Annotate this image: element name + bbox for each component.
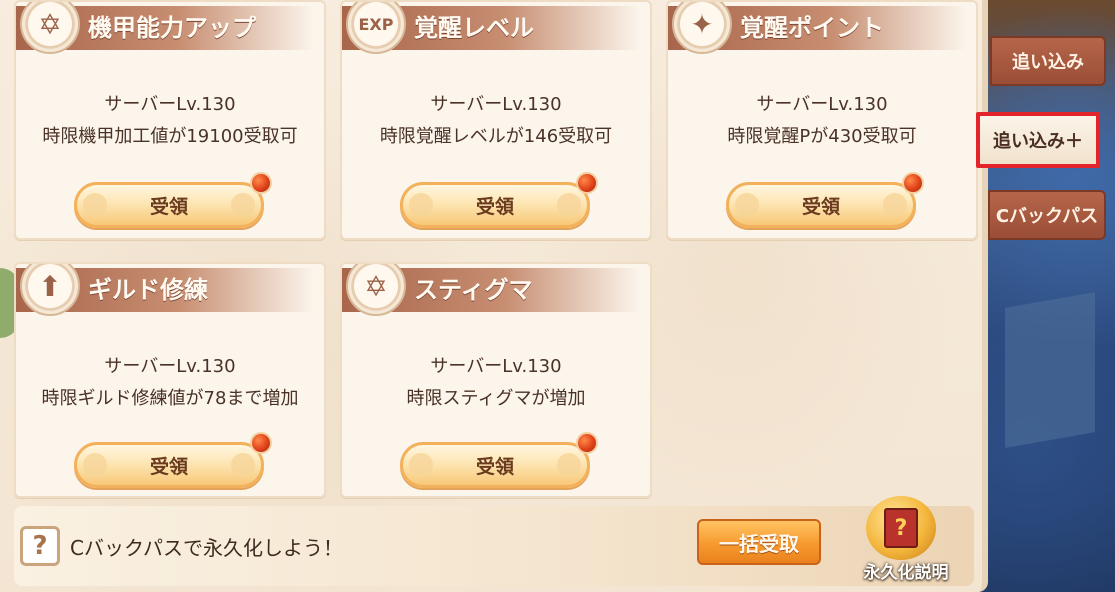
permanent-explanation-label: 永久化説明 xyxy=(863,563,949,583)
claim-button[interactable]: 受領 xyxy=(726,182,916,228)
card-title: 覚醒ポイント xyxy=(740,14,884,42)
card-awakening-points: ✦ 覚醒ポイント サーバーLv.130 時限覚醒Pが430受取可 受領 xyxy=(666,0,978,240)
book-icon: ? xyxy=(866,496,936,560)
card-mech-power: ✡ 機甲能力アップ サーバーLv.130 時限機甲加工値が19100受取可 受領 xyxy=(14,0,326,240)
claim-button[interactable]: 受領 xyxy=(74,442,264,488)
claim-button-label: 受領 xyxy=(801,195,840,218)
red-dot-icon xyxy=(576,432,598,454)
scenery-stone xyxy=(1005,292,1095,448)
tab-chase[interactable]: 追い込み xyxy=(990,36,1106,86)
reward-description: 時限覚醒レベルが146受取可 xyxy=(379,126,613,147)
footer-message: Cバックパスで永久化しよう！ xyxy=(70,536,343,560)
claim-button-label: 受領 xyxy=(475,195,514,218)
red-dot-icon xyxy=(902,172,924,194)
server-level-text: サーバーLv.130 xyxy=(430,356,562,377)
reward-description: 時限ギルド修練値が78まで増加 xyxy=(41,388,299,409)
red-dot-icon xyxy=(576,172,598,194)
reward-description: 時限機甲加工値が19100受取可 xyxy=(42,126,298,147)
main-panel: ✡ 機甲能力アップ サーバーLv.130 時限機甲加工値が19100受取可 受領… xyxy=(0,0,988,592)
server-level-text: サーバーLv.130 xyxy=(104,356,236,377)
red-dot-icon xyxy=(250,172,272,194)
reward-description: 時限覚醒Pが430受取可 xyxy=(727,126,917,147)
permanent-explanation-button[interactable]: ? 永久化説明 xyxy=(842,496,970,592)
server-level-text: サーバーLv.130 xyxy=(430,94,562,115)
card-title: 機甲能力アップ xyxy=(88,14,256,42)
tab-c-back-pass[interactable]: Cバックパス xyxy=(988,190,1106,240)
card-title: 覚醒レベル xyxy=(414,14,534,42)
background-scenery xyxy=(975,0,1115,592)
card-title: ギルド修練 xyxy=(88,276,208,304)
claim-button-label: 受領 xyxy=(475,455,514,478)
claim-button-label: 受領 xyxy=(149,195,188,218)
card-awakening-level: EXP 覚醒レベル サーバーLv.130 時限覚醒レベルが146受取可 受領 xyxy=(340,0,652,240)
bulk-claim-button[interactable]: 一括受取 xyxy=(697,519,821,565)
question-mark-icon[interactable]: ? xyxy=(20,526,60,566)
claim-button[interactable]: 受領 xyxy=(74,182,264,228)
claim-button-label: 受領 xyxy=(149,455,188,478)
card-title: スティグマ xyxy=(414,276,533,304)
card-guild-training: ⬆ ギルド修練 サーバーLv.130 時限ギルド修練値が78まで増加 受領 xyxy=(14,262,326,498)
book-glyph: ? xyxy=(884,508,918,548)
claim-button[interactable]: 受領 xyxy=(400,182,590,228)
tab-chase-plus[interactable]: 追い込み＋ xyxy=(976,112,1100,168)
reward-description: 時限スティグマが増加 xyxy=(406,388,586,409)
server-level-text: サーバーLv.130 xyxy=(104,94,236,115)
card-stigma: ✡ スティグマ サーバーLv.130 時限スティグマが増加 受領 xyxy=(340,262,652,498)
red-dot-icon xyxy=(250,432,272,454)
server-level-text: サーバーLv.130 xyxy=(756,94,888,115)
claim-button[interactable]: 受領 xyxy=(400,442,590,488)
